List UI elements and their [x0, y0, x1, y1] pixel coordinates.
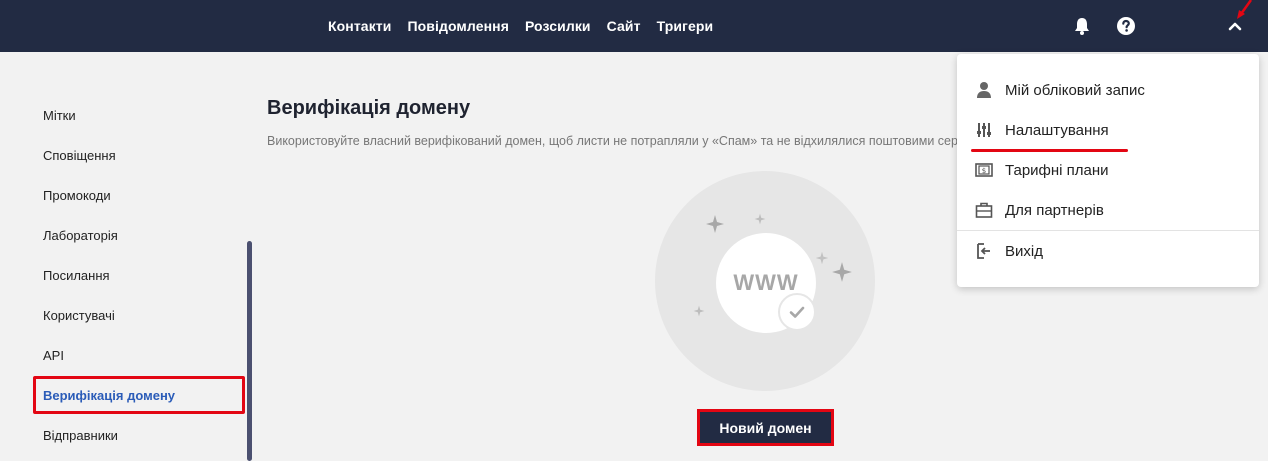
menu-item-label: Тарифні плани	[1005, 161, 1109, 179]
sparkle-icon	[706, 215, 724, 233]
domain-illustration: WWW	[655, 171, 875, 391]
logout-icon	[974, 241, 994, 261]
nav-campaigns[interactable]: Розсилки	[525, 18, 591, 34]
menu-item-label: Вихід	[1005, 242, 1043, 260]
nav-site[interactable]: Сайт	[607, 18, 641, 34]
new-domain-button[interactable]: Новий домен	[700, 412, 831, 443]
page-description: Використовуйте власний верифікований дом…	[267, 134, 957, 148]
menu-divider	[957, 230, 1259, 231]
sliders-icon	[974, 120, 994, 140]
sparkle-icon	[815, 251, 829, 265]
help-icon[interactable]	[1114, 14, 1138, 38]
nav-contacts[interactable]: Контакти	[328, 18, 391, 34]
sidebar-highlight-box	[33, 376, 245, 414]
banknote-icon: $	[974, 160, 994, 180]
menu-item-label: Для партнерів	[1005, 201, 1104, 219]
menu-item-settings[interactable]: Налаштування	[957, 112, 1259, 148]
www-label: WWW	[733, 270, 799, 295]
menu-item-partners[interactable]: Для партнерів	[957, 192, 1259, 228]
sidebar-item-senders[interactable]: Відправники	[43, 428, 118, 443]
sidebar-item-links[interactable]: Посилання	[43, 268, 110, 283]
menu-item-label: Налаштування	[1005, 121, 1109, 139]
svg-text:$: $	[982, 167, 986, 175]
briefcase-icon	[974, 200, 994, 220]
menu-item-pricing-plans[interactable]: $ Тарифні плани	[957, 152, 1259, 188]
sidebar-item-laboratory[interactable]: Лабораторія	[43, 228, 118, 243]
red-arrow-icon	[1237, 0, 1253, 19]
sidebar-scrollbar[interactable]	[247, 241, 252, 461]
top-bar: Контакти Повідомлення Розсилки Сайт Триг…	[0, 0, 1268, 52]
sidebar-item-users[interactable]: Користувачі	[43, 308, 115, 323]
bell-icon[interactable]	[1070, 14, 1094, 38]
sparkle-icon	[693, 305, 705, 317]
sidebar-item-promocodes[interactable]: Промокоди	[43, 188, 111, 203]
sparkle-icon	[832, 262, 852, 282]
top-nav: Контакти Повідомлення Розсилки Сайт Триг…	[320, 0, 721, 52]
sparkle-icon	[754, 213, 766, 225]
user-icon	[974, 80, 994, 100]
check-icon	[778, 293, 816, 331]
sidebar-item-notifications[interactable]: Сповіщення	[43, 148, 116, 163]
sidebar-item-tags[interactable]: Мітки	[43, 108, 76, 123]
sidebar-item-api[interactable]: API	[43, 348, 64, 363]
user-menu-dropdown: Мій обліковий запис Налаштування $ Тариф…	[957, 54, 1259, 287]
menu-item-logout[interactable]: Вихід	[957, 233, 1259, 269]
menu-item-my-account[interactable]: Мій обліковий запис	[957, 72, 1259, 108]
nav-triggers[interactable]: Тригери	[657, 18, 714, 34]
nav-messages[interactable]: Повідомлення	[407, 18, 509, 34]
page-title: Верифікація домену	[267, 97, 471, 119]
menu-item-label: Мій обліковий запис	[1005, 81, 1145, 99]
